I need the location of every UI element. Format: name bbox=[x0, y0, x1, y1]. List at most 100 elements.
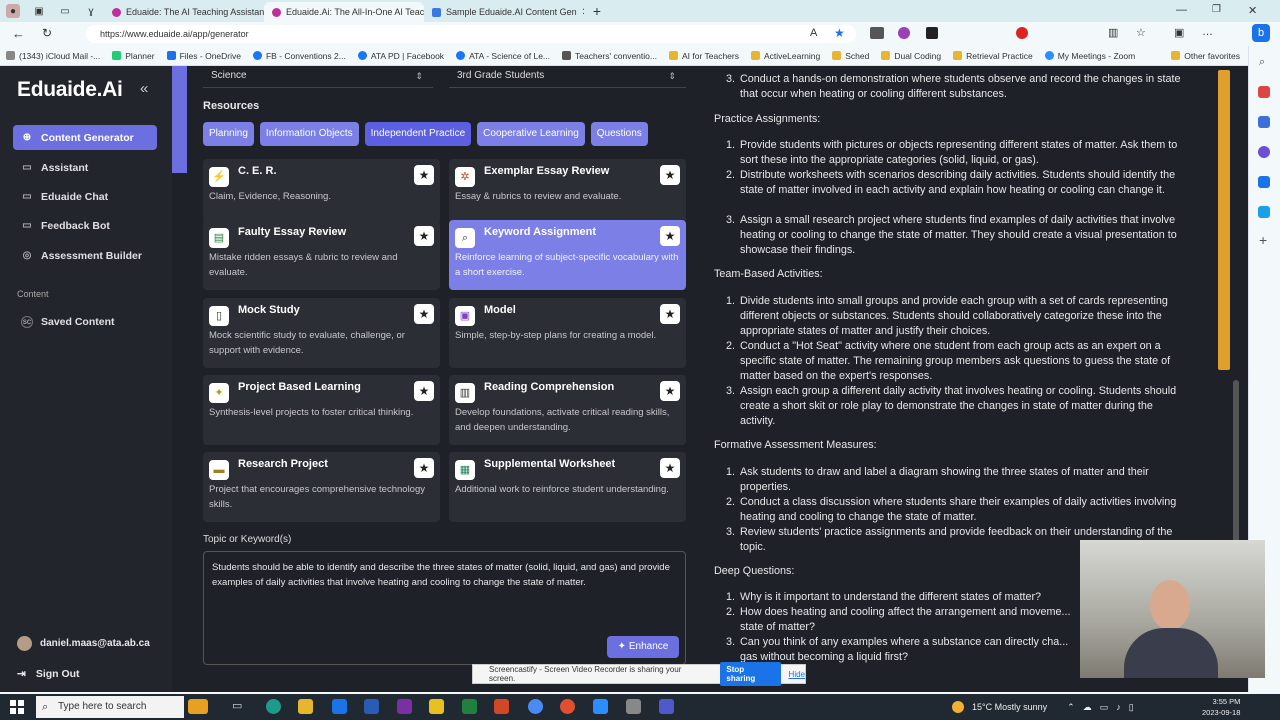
bookmark-other-favorites[interactable]: Other favorites bbox=[1165, 51, 1246, 61]
teams-icon[interactable] bbox=[659, 699, 674, 714]
star-icon[interactable]: ★ bbox=[414, 165, 434, 185]
close-window-icon[interactable]: ✕ bbox=[1248, 4, 1257, 17]
enhance-button[interactable]: ✦ Enhance bbox=[607, 636, 679, 658]
windows-start-icon[interactable] bbox=[10, 700, 24, 714]
star-icon[interactable]: ★ bbox=[660, 304, 680, 324]
favorites-icon[interactable]: ☆ bbox=[1136, 26, 1146, 39]
card-model[interactable]: ▣ Model Simple, step-by-step plans for cre… bbox=[449, 298, 686, 368]
browser-tab-1[interactable]: Eduaide: The AI Teaching Assistant✕ bbox=[104, 2, 264, 22]
weather-text[interactable]: 15°C Mostly sunny bbox=[972, 702, 1047, 712]
tools-icon[interactable] bbox=[1258, 116, 1270, 128]
sign-out-button[interactable]: ⇥ Sign Out bbox=[17, 668, 80, 680]
stop-sharing-button[interactable]: Stop sharing bbox=[720, 662, 781, 686]
outlook-icon[interactable] bbox=[1258, 176, 1270, 188]
zoom-icon[interactable] bbox=[593, 699, 608, 714]
taskbar-search-input[interactable]: ⌕ Type here to search bbox=[36, 696, 184, 718]
star-icon[interactable]: ★ bbox=[660, 458, 680, 478]
volume-icon[interactable]: ♪ bbox=[1116, 702, 1121, 712]
games-icon[interactable] bbox=[1258, 146, 1270, 158]
card-research-project[interactable]: ▬ Research Project Project that encourages… bbox=[203, 452, 440, 522]
task-view-icon[interactable]: ▭ bbox=[232, 699, 247, 714]
star-icon[interactable]: ★ bbox=[660, 165, 680, 185]
collapse-sidebar-icon[interactable]: « bbox=[140, 80, 148, 97]
bookmark[interactable]: ActiveLearning bbox=[745, 51, 826, 61]
nav-content-generator[interactable]: ⊕ Content Generator bbox=[13, 125, 157, 150]
chevron-up-icon[interactable]: ⌃ bbox=[1067, 702, 1075, 713]
extension-icon[interactable] bbox=[870, 27, 884, 39]
bookmark[interactable]: ATA - Science of Le... bbox=[450, 51, 556, 61]
nav-feedback-bot[interactable]: ▭ Feedback Bot bbox=[13, 213, 157, 238]
search-icon[interactable]: ⌕ bbox=[1259, 56, 1265, 69]
card-supplemental-worksheet[interactable]: ▦ Supplemental Worksheet Additional work t… bbox=[449, 452, 686, 522]
copilot-icon[interactable]: b bbox=[1252, 24, 1270, 42]
nav-assistant[interactable]: ▭ Assistant bbox=[13, 155, 157, 180]
app-icon[interactable] bbox=[429, 699, 444, 714]
restore-icon[interactable]: ❐ bbox=[1212, 4, 1221, 15]
card-exemplar-essay-review[interactable]: ✲ Exemplar Essay Review Essay & rubrics to… bbox=[449, 159, 686, 223]
bookmark[interactable]: Dual Coding bbox=[875, 51, 947, 61]
bookmark[interactable]: Sched bbox=[826, 51, 875, 61]
workspaces-icon[interactable]: ▣ bbox=[32, 4, 46, 18]
tab-cooperative-learning[interactable]: Cooperative Learning bbox=[477, 122, 585, 146]
star-icon[interactable]: ★ bbox=[660, 226, 680, 246]
browser-tab-3[interactable]: Sample Eduaide.AI Content Gen ✕ bbox=[424, 2, 584, 22]
clock[interactable]: 3:55 PM 2023-09-18 bbox=[1202, 696, 1240, 718]
more-icon[interactable]: … bbox=[1202, 26, 1213, 38]
card-mock-study[interactable]: ▯ Mock Study Mock scientific study to eval… bbox=[203, 298, 440, 368]
back-icon[interactable]: ← bbox=[12, 26, 25, 41]
send-icon[interactable] bbox=[1258, 206, 1270, 218]
tab-actions-icon[interactable]: ▭ bbox=[58, 4, 72, 18]
tab-independent-practice[interactable]: Independent Practice bbox=[364, 122, 472, 146]
shopping-icon[interactable] bbox=[1258, 86, 1270, 98]
minimize-icon[interactable]: — bbox=[1176, 4, 1187, 16]
edge-icon[interactable] bbox=[266, 699, 281, 714]
star-icon[interactable]: ★ bbox=[660, 381, 680, 401]
bookmark[interactable]: (1343) iCloud Mail -... bbox=[0, 51, 106, 61]
chrome-profile-icon[interactable] bbox=[560, 699, 575, 714]
favorite-star-icon[interactable]: ★ bbox=[834, 26, 845, 40]
card-faulty-essay-review[interactable]: ▤ Faulty Essay Review Mistake ridden essay… bbox=[203, 220, 440, 290]
network-icon[interactable]: ▭ bbox=[1100, 702, 1109, 713]
powerpoint-icon[interactable] bbox=[494, 699, 509, 714]
tab-questions[interactable]: Questions bbox=[590, 122, 648, 146]
bookmark[interactable]: Teachers' conventio... bbox=[556, 51, 663, 61]
cloud-icon[interactable]: ☁ bbox=[1083, 702, 1092, 713]
bookmark[interactable]: AI for Teachers bbox=[663, 51, 745, 61]
tab-planning[interactable]: Planning bbox=[203, 122, 254, 146]
file-explorer-icon[interactable] bbox=[298, 699, 313, 714]
read-aloud-icon[interactable]: A bbox=[810, 27, 817, 39]
star-icon[interactable]: ★ bbox=[414, 458, 434, 478]
onenote-icon[interactable] bbox=[397, 699, 412, 714]
profile-icon[interactable]: ● bbox=[6, 4, 20, 18]
battery-icon[interactable]: ▯ bbox=[1129, 702, 1134, 713]
url-field[interactable]: https://www.eduaide.ai/app/generator bbox=[86, 25, 856, 43]
vertical-tabs-icon[interactable]: ɣ bbox=[84, 4, 98, 18]
browser-tab-2[interactable]: Eduaide.Ai: The All-In-One AI Teaching✕ bbox=[264, 2, 424, 22]
chrome-icon[interactable] bbox=[528, 699, 543, 714]
nav-saved-content[interactable]: SC Saved Content bbox=[13, 309, 157, 334]
star-icon[interactable]: ★ bbox=[414, 226, 434, 246]
star-icon[interactable]: ★ bbox=[414, 304, 434, 324]
bookmark[interactable]: My Meetings - Zoom bbox=[1039, 51, 1141, 61]
hide-link[interactable]: Hide bbox=[789, 670, 805, 679]
bookmark[interactable]: FB - Conventions 2... bbox=[247, 51, 352, 61]
bookmark[interactable]: Files - OneDrive bbox=[161, 51, 247, 61]
app-logo[interactable]: Eduaide.Ai bbox=[17, 78, 123, 102]
collections-icon[interactable]: ▣ bbox=[1174, 26, 1184, 39]
reload-icon[interactable]: ↻ bbox=[42, 26, 52, 40]
card-cer[interactable]: ⚡ C. E. R. Claim, Evidence, Reasoning. ★ bbox=[203, 159, 440, 223]
outlook-icon[interactable] bbox=[332, 699, 347, 714]
split-screen-icon[interactable]: ▥ bbox=[1108, 26, 1118, 39]
grade-select[interactable]: 3rd Grade Students ⇕ bbox=[449, 68, 686, 88]
card-project-based-learning[interactable]: ✦ Project Based Learning Synthesis-level p… bbox=[203, 375, 440, 445]
subject-select[interactable]: Science ⇕ bbox=[203, 68, 433, 88]
excel-icon[interactable] bbox=[462, 699, 477, 714]
star-icon[interactable]: ★ bbox=[414, 381, 434, 401]
close-icon[interactable]: ✕ bbox=[582, 7, 584, 18]
extension-icon[interactable] bbox=[1016, 27, 1028, 39]
nav-eduaide-chat[interactable]: ▭ Eduaide Chat bbox=[13, 184, 157, 209]
calculator-icon[interactable] bbox=[626, 699, 641, 714]
nav-assessment-builder[interactable]: ◎ Assessment Builder bbox=[13, 243, 157, 268]
new-tab-icon[interactable]: + bbox=[590, 3, 604, 19]
extension-icon[interactable] bbox=[926, 27, 938, 39]
